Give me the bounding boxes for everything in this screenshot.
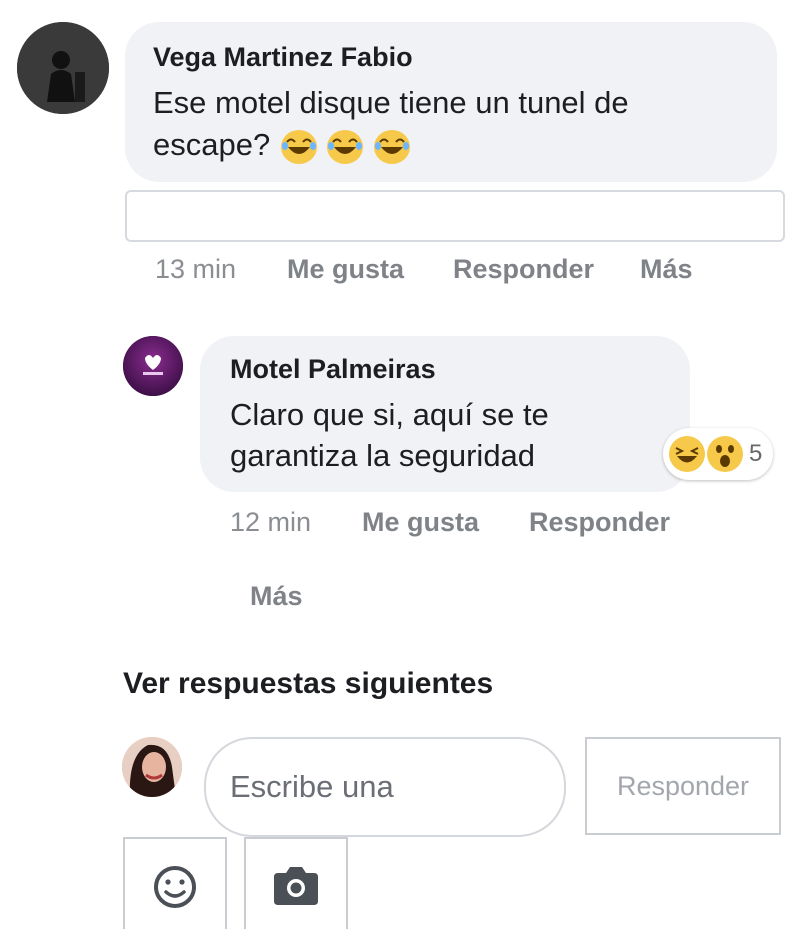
reply-input-placeholder: Escribe una (230, 769, 394, 804)
reply-input[interactable]: Escribe una (204, 737, 566, 837)
comment-text-line2: garantiza la seguridad (230, 438, 536, 473)
reaction-count: 5 (749, 440, 763, 467)
comment-bubble-motel: Motel Palmeiras Claro que si, aquí se te… (200, 336, 690, 492)
submit-reply-button[interactable]: Responder (585, 737, 781, 835)
comment-text-line2: escape? (153, 127, 271, 162)
reply-link[interactable]: Responder (453, 254, 594, 285)
wow-reaction-icon (707, 436, 743, 472)
like-link[interactable]: Me gusta (362, 507, 479, 538)
comment-text-line1: Claro que si, aquí se te (230, 397, 549, 432)
camera-icon (274, 867, 318, 905)
laughing-emoji-icon (280, 129, 317, 164)
comment-text-line1: Ese motel disque tiene un tunel de (153, 85, 629, 120)
comment-timestamp[interactable]: 13 min (155, 254, 236, 285)
vega-avatar[interactable] (17, 22, 109, 114)
current-user-avatar (122, 737, 182, 797)
emoji-button[interactable] (123, 837, 227, 929)
see-next-replies-link[interactable]: Ver respuestas siguientes (123, 667, 493, 701)
comment-bubble-vega: Vega Martinez Fabio Ese motel disque tie… (125, 22, 777, 182)
comment-author[interactable]: Motel Palmeiras (230, 354, 436, 385)
comment-timestamp[interactable]: 12 min (230, 507, 311, 538)
reaction-summary[interactable]: 5 (663, 428, 773, 480)
reply-link[interactable]: Responder (529, 507, 670, 538)
more-link[interactable]: Más (250, 581, 303, 612)
haha-reaction-icon (669, 436, 705, 472)
photo-button[interactable] (244, 837, 348, 929)
laughing-emoji-icon (327, 129, 364, 164)
comment-text-line2-wrap: escape? (153, 124, 411, 166)
translation-placeholder-box (125, 190, 785, 242)
like-link[interactable]: Me gusta (287, 254, 404, 285)
submit-reply-label: Responder (616, 771, 750, 801)
laughing-emoji-icon (374, 129, 411, 164)
motel-avatar[interactable] (123, 336, 183, 396)
smiley-icon (154, 866, 196, 908)
more-link[interactable]: Más (640, 254, 693, 285)
comment-author[interactable]: Vega Martinez Fabio (153, 42, 413, 73)
